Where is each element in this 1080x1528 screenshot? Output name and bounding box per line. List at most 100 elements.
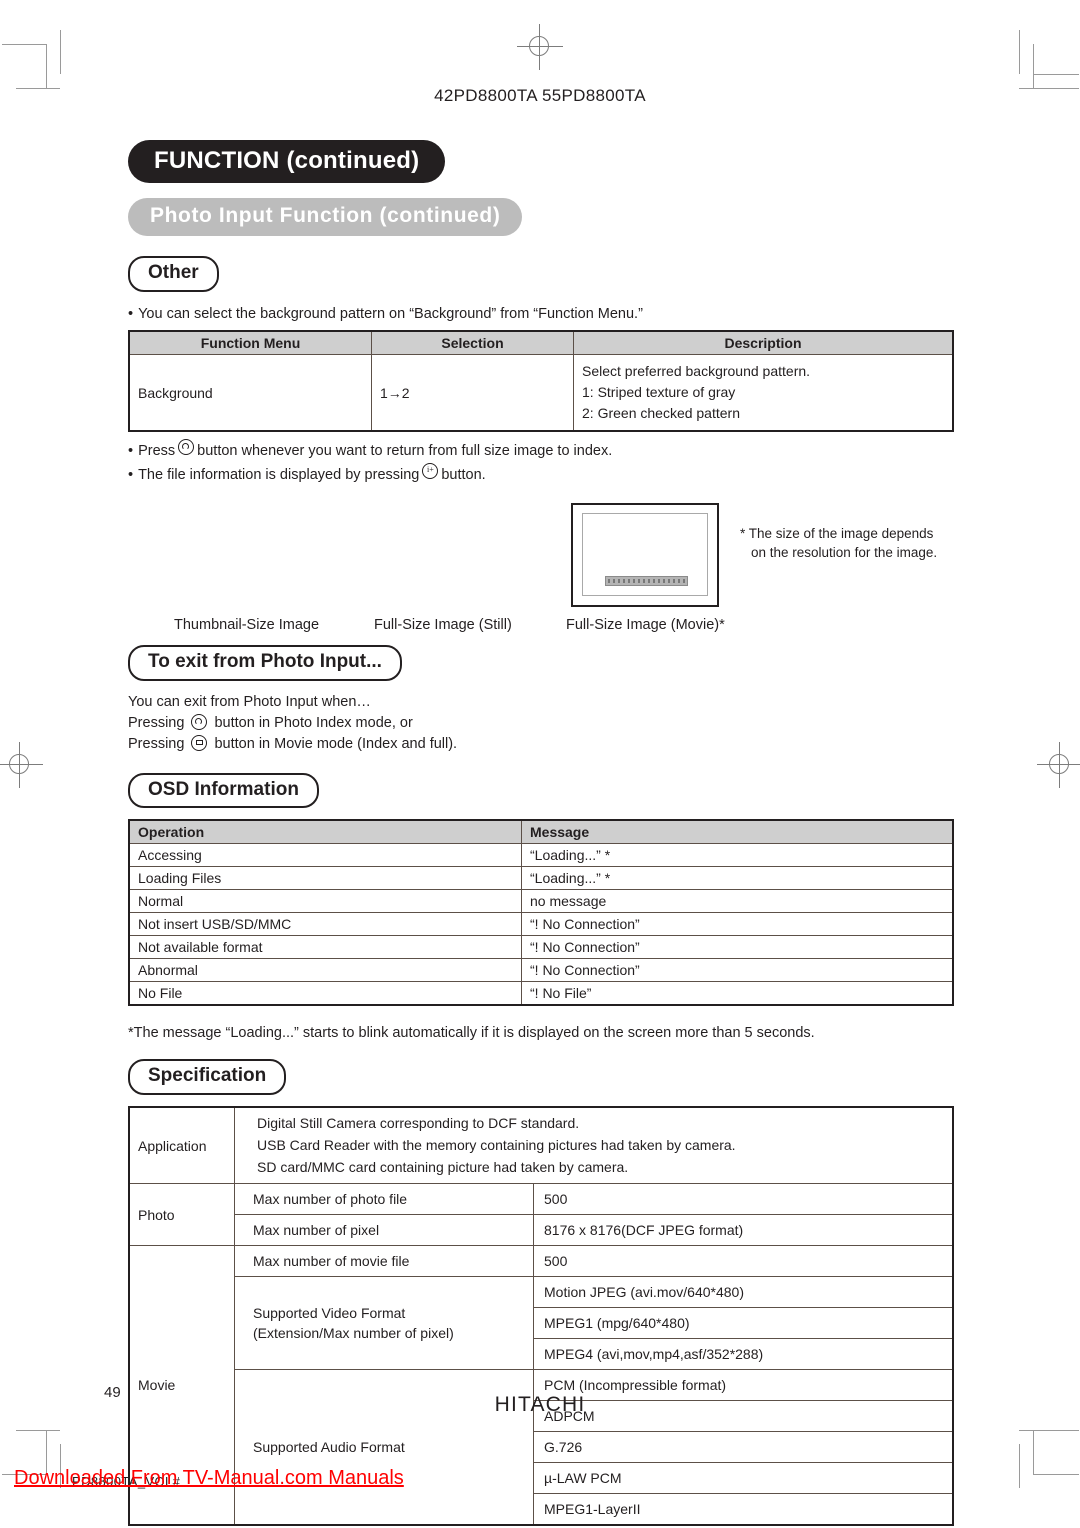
cell-selection-background: 1→2 (371, 354, 574, 432)
video-format-label-line2: (Extension/Max number of pixel) (253, 1325, 454, 1342)
spec-movie-video-value-3: MPEG4 (avi,mov,mp4,asf/352*288) (533, 1338, 954, 1371)
table-row: Loading Files “Loading...” * (128, 866, 954, 891)
osd-op-abnormal: Abnormal (128, 958, 522, 983)
page-content: FUNCTION (continued) Photo Input Functio… (128, 140, 954, 1527)
camera-button-icon (191, 734, 208, 751)
table-row: Not insert USB/SD/MMC “! No Connection” (128, 912, 954, 937)
osd-msg-normal: no message (521, 889, 954, 914)
bullet-item-press-back: • Press button whenever you want to retu… (128, 439, 954, 463)
back-button-icon (191, 713, 208, 730)
brand-logo-hitachi: HITACHI (494, 1393, 586, 1416)
osd-msg-not-available-format: “! No Connection” (521, 935, 954, 960)
exit-line-2: Pressing button in Photo Index mode, or (128, 713, 954, 734)
spec-movie-video-value-1: Motion JPEG (avi.mov/640*480) (533, 1276, 954, 1309)
spec-label-photo: Photo (128, 1183, 235, 1247)
exit-instructions: You can exit from Photo Input when… Pres… (128, 692, 954, 755)
bullet-1-post: button whenever you want to return from … (197, 443, 613, 460)
table-row: No File “! No File” (128, 981, 954, 1006)
watermark-download-source: Downloaded From TV-Manual.com Manuals (14, 1467, 404, 1489)
application-line-3: SD card/MMC card containing picture had … (257, 1158, 629, 1175)
spec-movie-audio-value-4: µ-LAW PCM (533, 1462, 954, 1495)
table-row: Supported Video Format (Extension/Max nu… (129, 1276, 954, 1371)
subsection-title-specification: Specification (128, 1059, 287, 1096)
col-header-operation: Operation (128, 819, 522, 845)
spec-movie-video-format-label: Supported Video Format (Extension/Max nu… (234, 1276, 534, 1371)
table-row: Photo Max number of photo file 500 (128, 1183, 954, 1247)
table-row: Max number of pixel 8176 x 8176(DCF JPEG… (129, 1214, 954, 1247)
caption-thumbnail: Thumbnail-Size Image (174, 616, 320, 633)
cell-menu-background: Background (128, 354, 372, 432)
subsection-title-exit-photo-input: To exit from Photo Input... (128, 644, 402, 681)
caption-fullsize-still: Full-Size Image (Still) (374, 616, 512, 633)
osd-op-loading-files: Loading Files (128, 866, 522, 891)
background-table: Function Menu Selection Description Back… (128, 330, 954, 433)
tv-screen-area (582, 512, 708, 596)
col-header-description: Description (573, 330, 954, 356)
bullet-dot-icon: • (128, 443, 134, 460)
table-row: Movie Max number of movie file 500 (128, 1245, 954, 1526)
section-banner-photo-input: Photo Input Function (continued) (128, 198, 523, 237)
other-bullet-list: • Press button whenever you want to retu… (128, 439, 954, 487)
table-row: Accessing “Loading...” * (128, 843, 954, 868)
spec-movie-audio-value-5: MPEG1-LayerII (533, 1493, 954, 1526)
section-banner-function: FUNCTION (continued) (128, 140, 446, 184)
image-size-note-line2: on the resolution for the image. (751, 544, 938, 560)
spec-label-application: Application (128, 1106, 235, 1185)
subsection-title-other: Other (128, 256, 219, 293)
exit-line-3-pre: Pressing (128, 735, 185, 752)
bullet-2-pre: The file information is displayed by pre… (138, 466, 420, 483)
image-size-note: * The size of the image depends on the r… (740, 525, 970, 563)
col-header-selection: Selection (371, 330, 574, 356)
other-intro-text: • You can select the background pattern o… (128, 304, 954, 325)
subsection-title-osd-information: OSD Information (128, 772, 319, 809)
osd-msg-no-file: “! No File” (521, 981, 954, 1006)
bullet-2-post: button. (441, 466, 486, 483)
osd-op-not-available-format: Not available format (128, 935, 522, 960)
col-header-function-menu: Function Menu (128, 330, 372, 356)
model-numbers: 42PD8800TA 55PD8800TA (434, 86, 646, 105)
osd-msg-not-insert: “! No Connection” (521, 912, 954, 937)
application-line-1: Digital Still Camera corresponding to DC… (257, 1115, 580, 1132)
spec-photo-max-file-value: 500 (533, 1183, 954, 1216)
illustration-row: * The size of the image depends on the r… (128, 493, 954, 641)
desc-line-3: 2: Green checked pattern (582, 405, 740, 422)
application-line-2: USB Card Reader with the memory containi… (257, 1137, 736, 1154)
registration-mark-top (517, 24, 563, 70)
caption-fullsize-movie: Full-Size Image (Movie)* (566, 616, 725, 633)
osd-op-no-file: No File (128, 981, 522, 1006)
background-table-wrapper: Function Menu Selection Description Back… (128, 330, 954, 433)
image-size-note-line1: * The size of the image depends (740, 525, 934, 541)
back-button-icon (178, 439, 195, 456)
osd-footnote: *The message “Loading...” starts to blin… (128, 1025, 815, 1042)
table-row: Normal no message (128, 889, 954, 914)
osd-msg-accessing: “Loading...” * (521, 843, 954, 868)
table-row: Background 1→2 Select preferred backgrou… (128, 354, 954, 432)
osd-table-wrapper: Operation Message Accessing “Loading...”… (128, 819, 954, 1007)
other-intro-label: You can select the background pattern on… (138, 306, 643, 323)
bullet-1-pre: Press (138, 443, 176, 460)
table-row: Application Digital Still Camera corresp… (128, 1106, 954, 1185)
table-header-row: Function Menu Selection Description (128, 330, 954, 356)
registration-mark-right (1037, 742, 1080, 788)
spec-movie-audio-value-3: G.726 (533, 1431, 954, 1464)
spec-application-values: Digital Still Camera corresponding to DC… (234, 1106, 954, 1185)
exit-line-2-post: button in Photo Index mode, or (214, 714, 413, 731)
osd-op-normal: Normal (128, 889, 522, 914)
osd-information-table: Operation Message Accessing “Loading...”… (128, 819, 954, 1007)
exit-line-1: You can exit from Photo Input when… (128, 693, 371, 710)
table-header-row: Operation Message (128, 819, 954, 845)
osd-msg-abnormal: “! No Connection” (521, 958, 954, 983)
cell-description-background: Select preferred background pattern. 1: … (573, 354, 954, 432)
spec-movie-max-file-label: Max number of movie file (234, 1245, 534, 1278)
bullet-dot-icon: • (128, 466, 134, 483)
spec-photo-max-pixel-label: Max number of pixel (234, 1214, 534, 1247)
desc-line-1: Select preferred background pattern. (582, 363, 811, 380)
table-row: Abnormal “! No Connection” (128, 958, 954, 983)
osd-msg-loading-files: “Loading...” * (521, 866, 954, 891)
bullet-dot-icon: • (128, 306, 134, 323)
col-header-message: Message (521, 819, 954, 845)
exit-line-2-pre: Pressing (128, 714, 185, 731)
exit-line-3-post: button in Movie mode (Index and full). (214, 735, 458, 752)
osd-file-info-bar (605, 575, 689, 586)
desc-line-2: 1: Striped texture of gray (582, 384, 736, 401)
